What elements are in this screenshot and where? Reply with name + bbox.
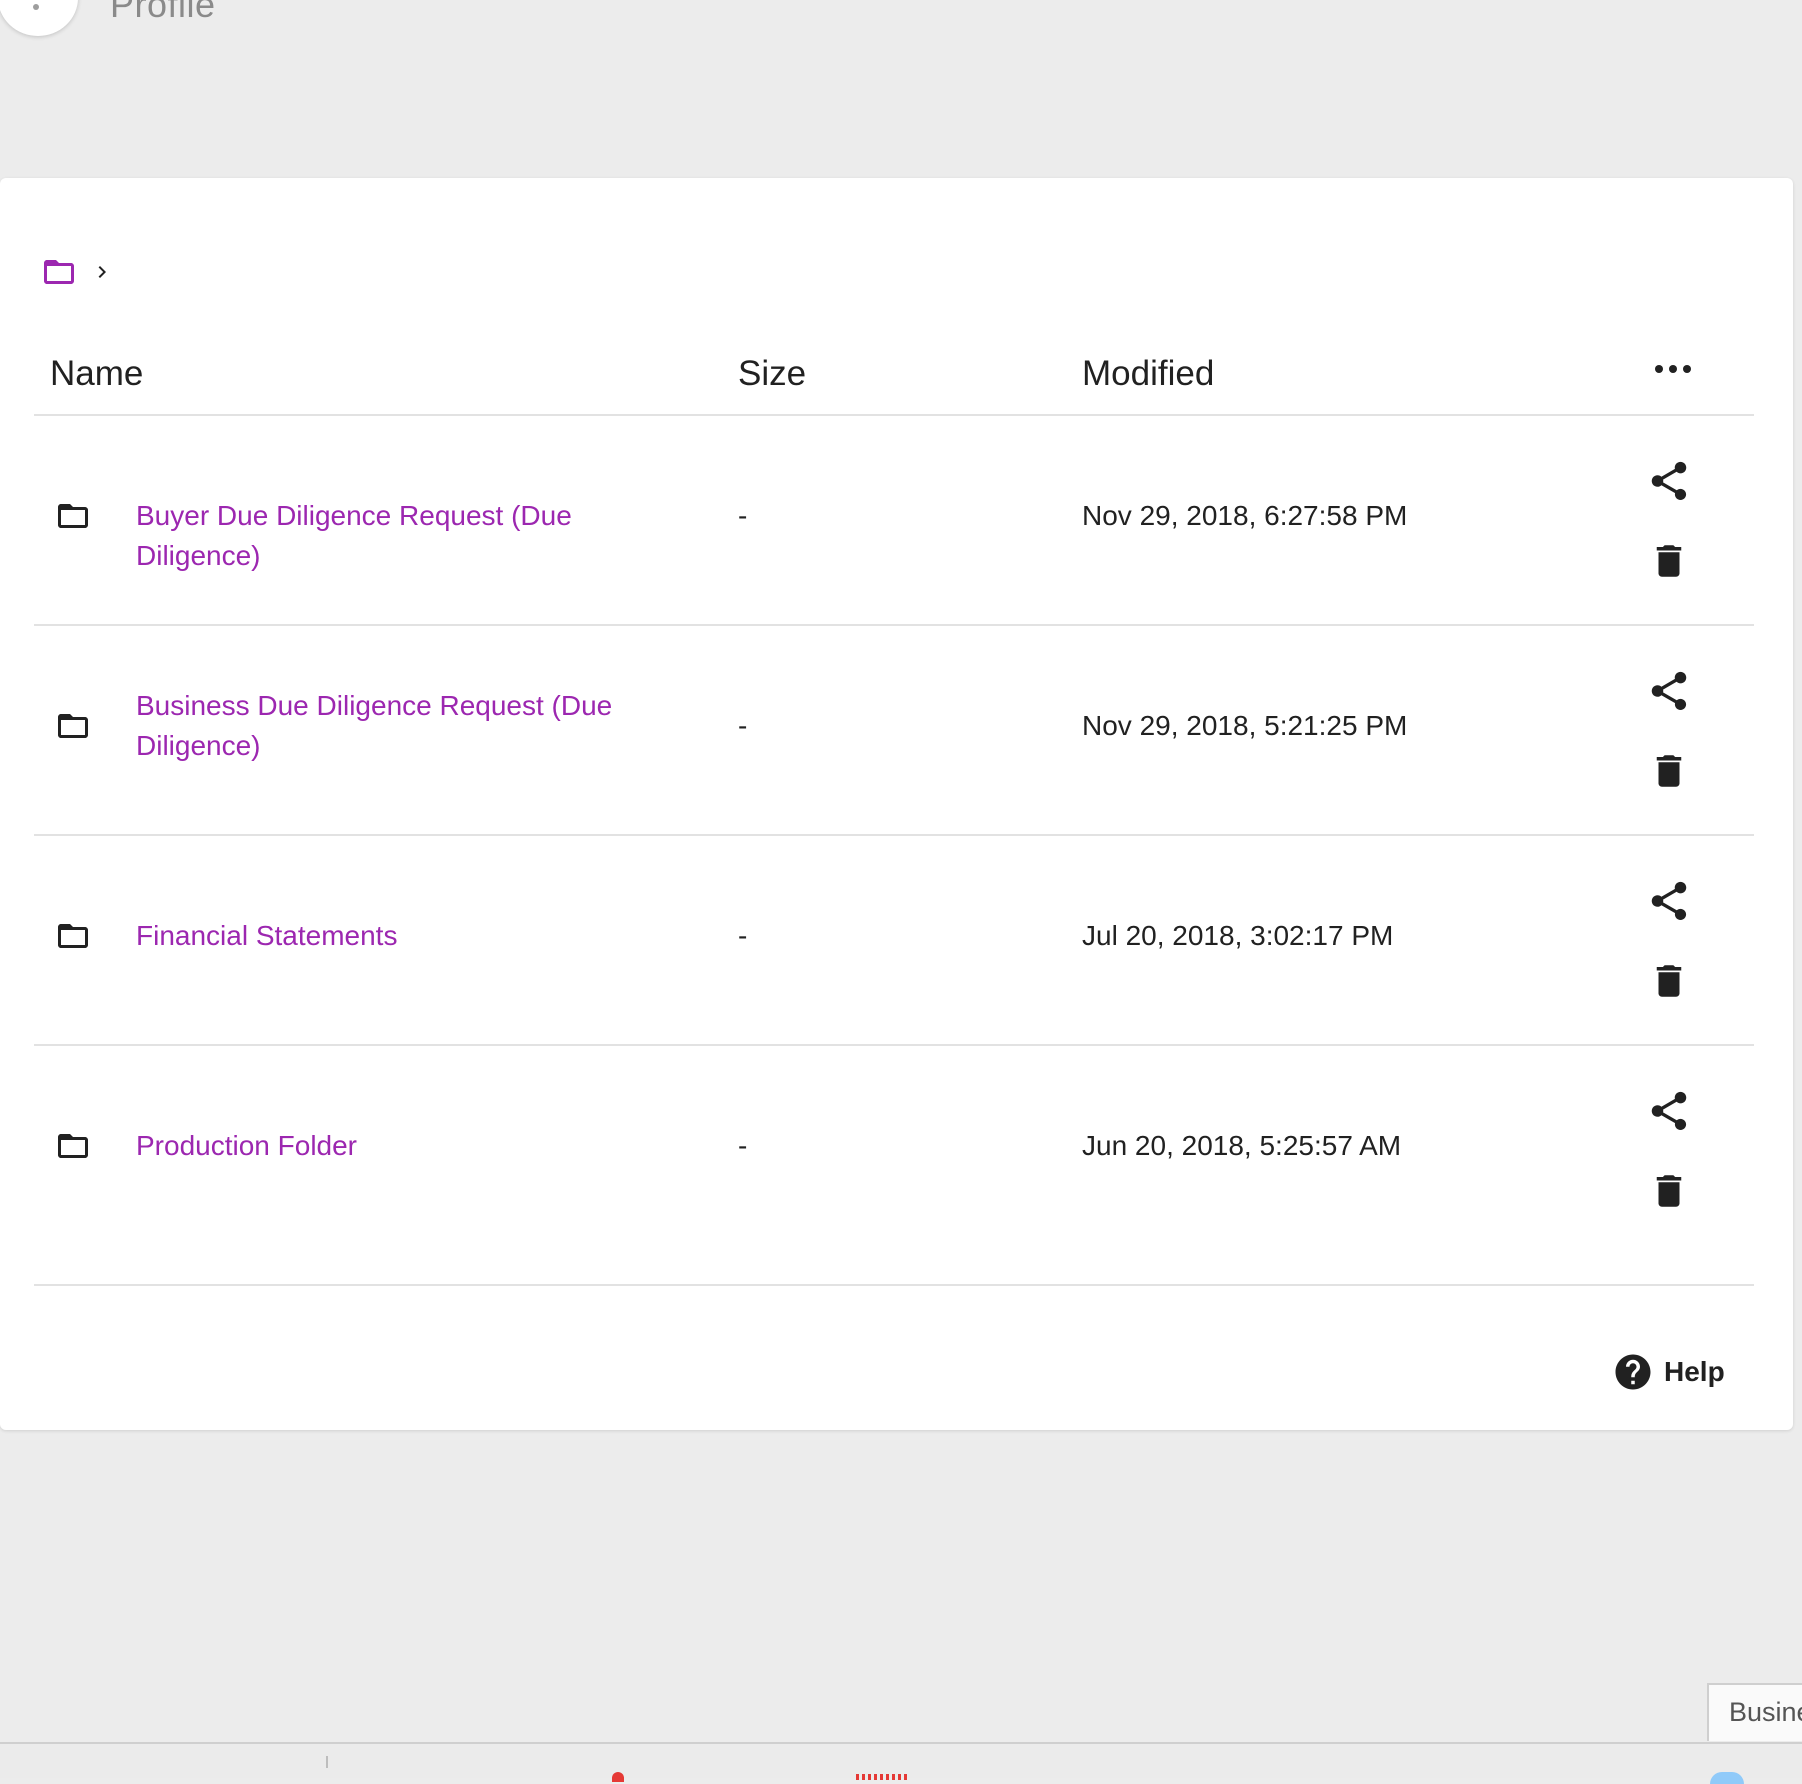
avatar-button[interactable]	[0, 0, 78, 36]
folder-icon	[58, 714, 88, 738]
folder-icon	[58, 924, 88, 948]
delete-icon[interactable]	[1648, 958, 1690, 1004]
file-size: -	[738, 710, 748, 741]
folder-icon	[58, 1134, 88, 1158]
bottom-strip	[0, 1742, 1802, 1784]
file-modified: Jul 20, 2018, 3:02:17 PM	[1082, 920, 1394, 951]
delete-icon[interactable]	[1648, 1168, 1690, 1214]
column-header-modified[interactable]: Modified	[1082, 346, 1214, 402]
table-row[interactable]: Production Folder - Jun 20, 2018, 5:25:5…	[34, 1046, 1754, 1286]
file-name-link[interactable]: Financial Statements	[136, 916, 696, 956]
file-list: Buyer Due Diligence Request (Due Diligen…	[34, 416, 1754, 1286]
file-name-link[interactable]: Business Due Diligence Request (Due Dili…	[136, 686, 636, 766]
folder-icon	[58, 504, 88, 528]
file-name-link[interactable]: Production Folder	[136, 1126, 696, 1166]
breadcrumb	[38, 252, 114, 292]
help-circle-icon	[1615, 1354, 1651, 1390]
file-modified: Nov 29, 2018, 6:27:58 PM	[1082, 500, 1408, 531]
avatar-dot-icon	[33, 4, 39, 10]
bottom-tab[interactable]: Busine	[1707, 1683, 1802, 1741]
strip-divider	[326, 1756, 328, 1768]
file-size: -	[738, 920, 748, 951]
share-icon[interactable]	[1646, 458, 1692, 504]
share-icon[interactable]	[1646, 1088, 1692, 1134]
delete-icon[interactable]	[1648, 538, 1690, 584]
top-bar: Profile	[0, 0, 1802, 60]
strip-red-dashes	[856, 1774, 908, 1780]
file-browser-card: Name Size Modified Buyer Due Diligence R…	[0, 178, 1793, 1430]
table-header: Name Size Modified	[34, 346, 1754, 416]
column-header-name[interactable]: Name	[50, 346, 143, 402]
table-row[interactable]: Business Due Diligence Request (Due Dili…	[34, 626, 1754, 836]
more-horiz-icon[interactable]	[1648, 352, 1698, 386]
folder-outline-icon[interactable]	[38, 254, 80, 290]
file-modified: Nov 29, 2018, 5:21:25 PM	[1082, 710, 1408, 741]
table-row[interactable]: Buyer Due Diligence Request (Due Diligen…	[34, 416, 1754, 626]
file-size: -	[738, 500, 748, 531]
help-button[interactable]: Help	[1612, 1351, 1725, 1393]
file-modified: Jun 20, 2018, 5:25:57 AM	[1082, 1130, 1402, 1161]
table-row[interactable]: Financial Statements - Jul 20, 2018, 3:0…	[34, 836, 1754, 1046]
chevron-right-icon	[98, 266, 106, 278]
help-label: Help	[1664, 1356, 1725, 1387]
profile-label[interactable]: Profile	[110, 0, 216, 26]
delete-icon[interactable]	[1648, 748, 1690, 794]
strip-red-dot	[612, 1772, 624, 1782]
file-size: -	[738, 1130, 748, 1161]
share-icon[interactable]	[1646, 878, 1692, 924]
share-icon[interactable]	[1646, 668, 1692, 714]
column-header-size[interactable]: Size	[738, 346, 806, 402]
strip-blue-shape	[1710, 1772, 1744, 1784]
file-name-link[interactable]: Buyer Due Diligence Request (Due Diligen…	[136, 496, 696, 576]
